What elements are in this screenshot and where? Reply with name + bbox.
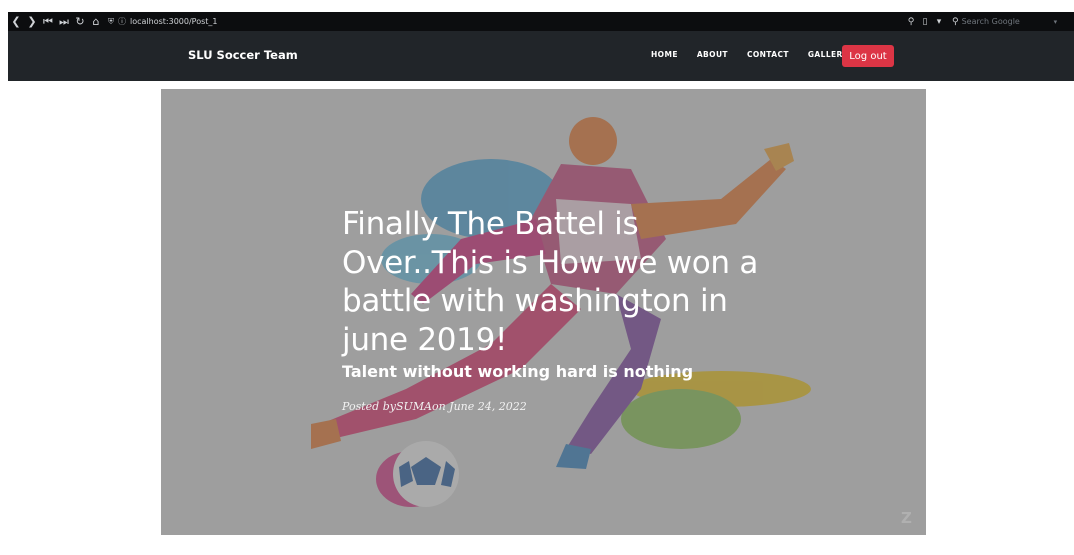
address-bar[interactable]: ⛨ ⓘ localhost:3000/Post_1 [108, 16, 218, 27]
brand-link[interactable]: SLU Soccer Team [188, 48, 298, 62]
search-icon: ⚲ [952, 16, 959, 27]
logout-button[interactable]: Log out [842, 45, 894, 67]
url-text: localhost:3000/Post_1 [130, 17, 218, 26]
search-input[interactable] [961, 17, 1054, 26]
search-box[interactable]: ⚲ ▾ [952, 14, 1070, 29]
nav-menu: HOME ABOUT CONTACT GALLERY [651, 50, 867, 59]
reload-icon[interactable]: ↻ [72, 12, 88, 31]
search-dropdown-icon[interactable]: ▾ [1054, 18, 1058, 26]
post-title: Finally The Battel is Over..This is How … [342, 206, 759, 358]
chevron-down-icon[interactable]: ▾ [932, 17, 946, 27]
nav-item-contact[interactable]: CONTACT [747, 50, 789, 59]
browser-toolbar: ❮ ❯ ⏮ ⏭ ↻ ⌂ ⛨ ⓘ localhost:3000/Post_1 ⚲ … [8, 12, 1074, 31]
nav-item-home[interactable]: HOME [651, 50, 678, 59]
bookmark-icon[interactable]: ▯ [918, 17, 932, 27]
post-subtitle: Talent without working hard is nothing [342, 362, 694, 381]
first-page-icon[interactable]: ⏮ [40, 12, 56, 31]
watermark-logo: Z [901, 509, 912, 527]
forward-icon[interactable]: ❯ [24, 12, 40, 31]
home-icon[interactable]: ⌂ [88, 12, 104, 31]
post-meta: Posted bySUMAon June 24, 2022 [342, 400, 527, 413]
site-navbar: SLU Soccer Team HOME ABOUT CONTACT GALLE… [8, 31, 1074, 81]
key-icon[interactable]: ⚲ [904, 17, 918, 27]
back-icon[interactable]: ❮ [8, 12, 24, 31]
last-page-icon[interactable]: ⏭ [56, 12, 72, 31]
info-icon: ⓘ [118, 17, 126, 26]
nav-item-about[interactable]: ABOUT [697, 50, 728, 59]
shield-icon: ⛨ [108, 16, 114, 26]
post-hero: Finally The Battel is Over..This is How … [161, 89, 926, 535]
post-heading: Finally The Battel is Over..This is How … [342, 205, 762, 413]
